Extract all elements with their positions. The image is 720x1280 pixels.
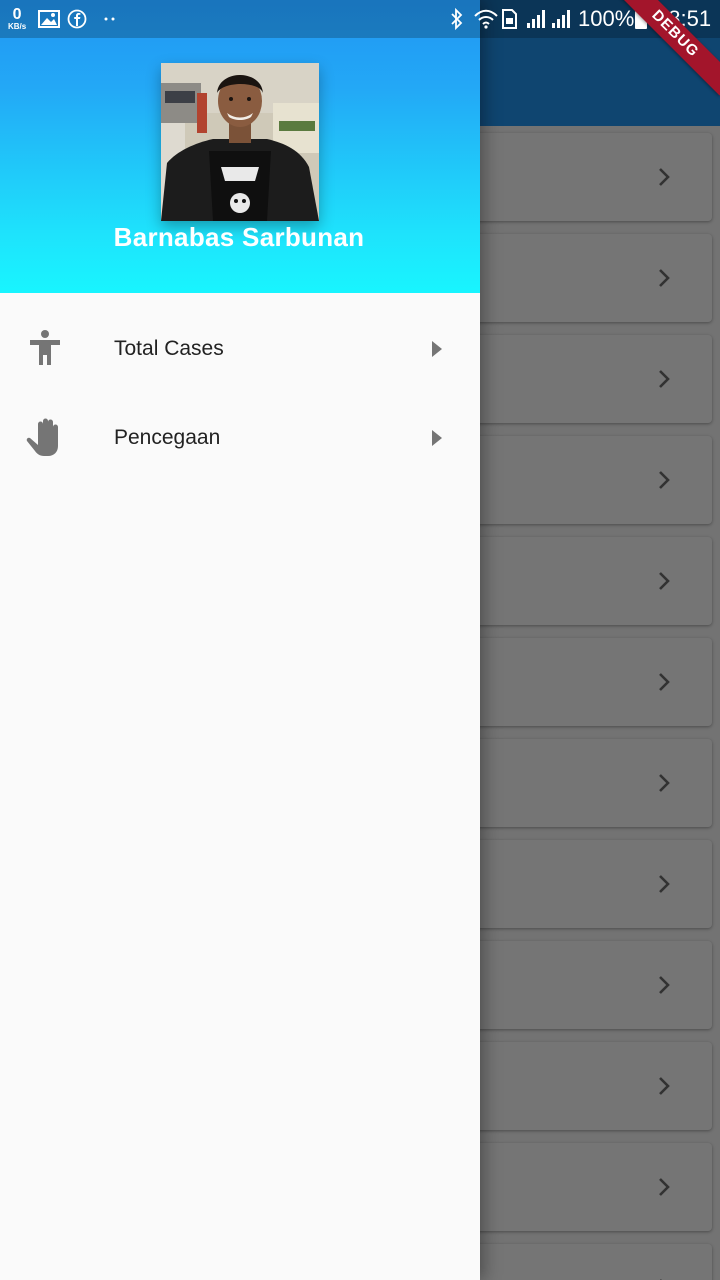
signal-icon [551,0,573,38]
status-bar: 0 KB/s 100% 18:51 [0,0,720,38]
network-speed: 0 KB/s [8,0,26,38]
avatar [161,63,319,221]
menu-item-label: Pencegaan [114,426,221,449]
navigation-drawer: Barnabas Sarbunan Total Cases Pencegaan [0,0,480,1280]
signal-icon [526,0,548,38]
more-dots-icon [102,0,118,38]
menu-item-label: Total Cases [114,337,224,360]
gallery-icon [38,0,60,38]
network-speed-unit: KB/s [8,22,27,31]
hand-icon [24,416,66,458]
battery-percent: 100% [578,6,635,31]
network-speed-value: 0 [12,6,22,23]
facebook-icon [67,0,87,38]
menu-item-pencegaan[interactable]: Pencegaan [0,394,480,482]
menu-item-total-cases[interactable]: Total Cases [0,305,480,393]
user-name: Barnabas Sarbunan [113,222,365,252]
bluetooth-icon [449,0,465,38]
avatar-photo [161,63,319,221]
drawer-header: Barnabas Sarbunan [0,0,480,293]
arrow-right-icon [428,338,446,360]
arrow-right-icon [428,427,446,449]
wifi-icon [473,0,499,38]
accessibility-icon [24,327,66,369]
sim-icon [500,0,518,38]
